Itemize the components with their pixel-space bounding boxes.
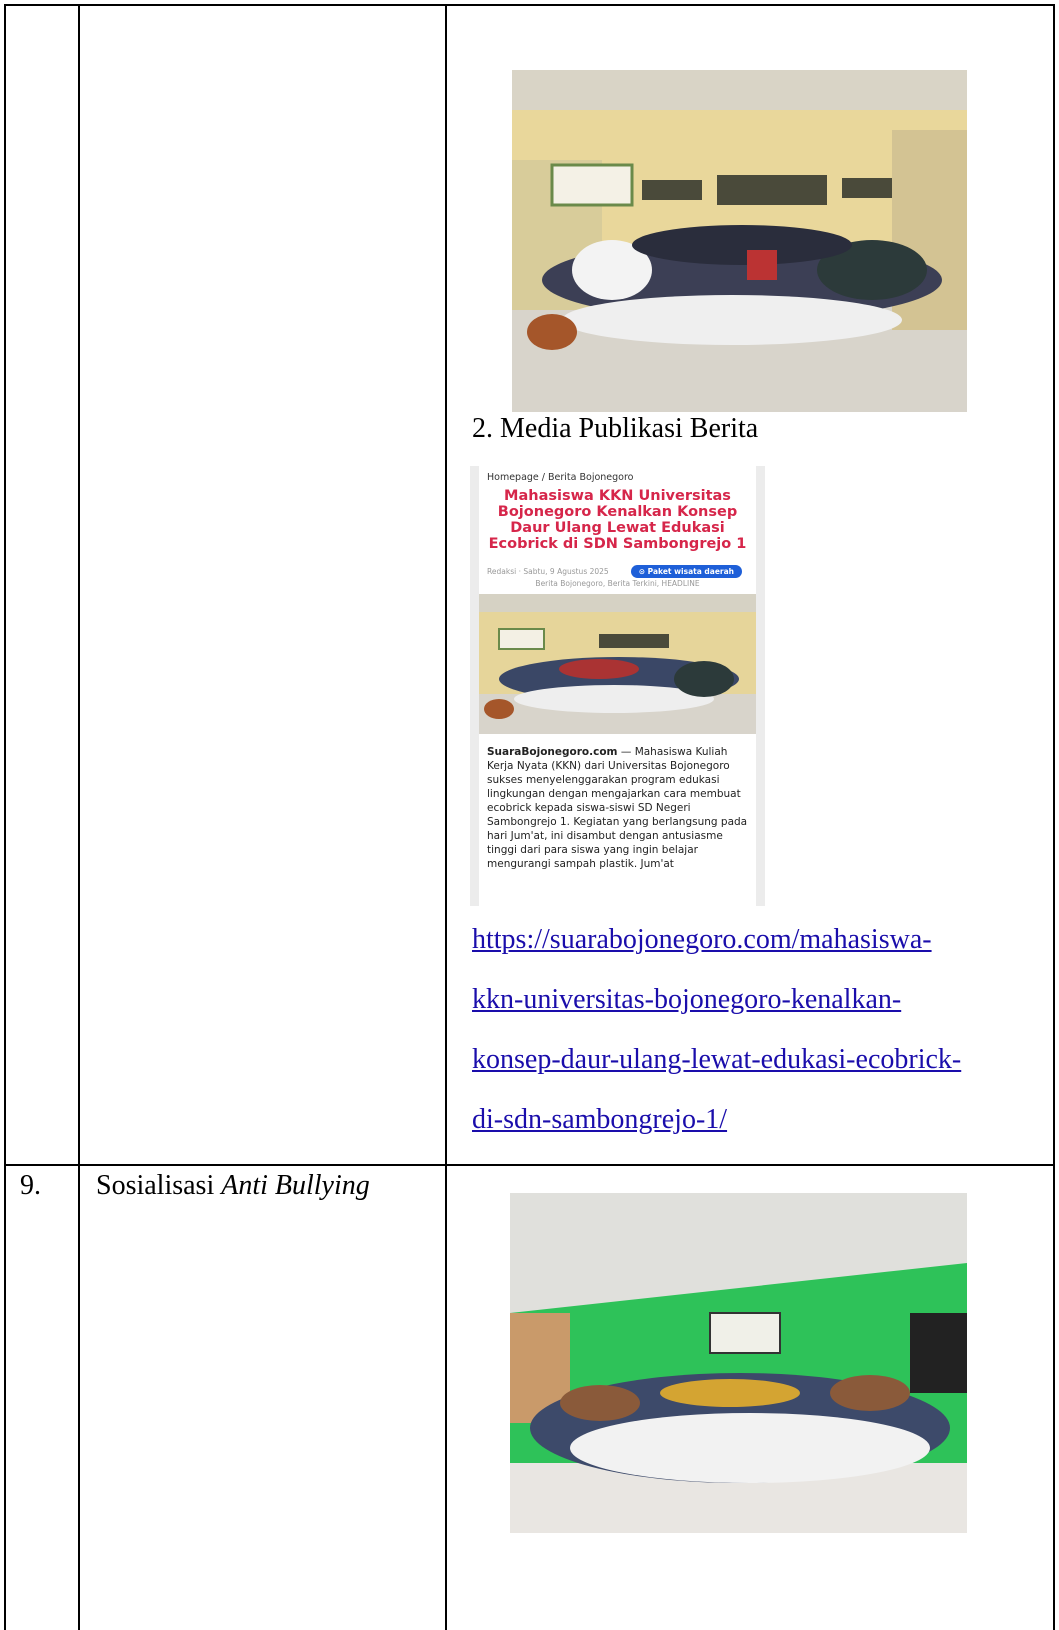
article-photo [479,594,756,734]
article-meta: Redaksi · Sabtu, 9 Agustus 2025 [487,567,609,576]
column-divider-activity [445,6,447,1630]
article-body-text: — Mahasiswa Kuliah Kerja Nyata (KKN) dar… [487,746,748,870]
article-link-line-3[interactable]: konsep-daur-ulang-lewat-edukasi-ecobrick… [472,1044,961,1076]
promo-pill: ⊙ Paket wisata daerah [630,565,742,578]
article-headline: Mahasiswa KKN Universitas Bojonegoro Ken… [488,488,747,552]
article-link-line-2[interactable]: kkn-universitas-bojonegoro-kenalkan- [472,984,901,1016]
caption-media-publikasi: 2. Media Publikasi Berita [472,413,759,444]
row-number: 9. [20,1170,41,1201]
article-link-line-4[interactable]: di-sdn-sambongrejo-1/ [472,1104,727,1136]
article-body: SuaraBojonegoro.com — Mahasiswa Kuliah K… [487,745,750,871]
anti-bullying-class-photo [510,1193,967,1533]
activity-title: Sosialisasi Anti Bullying [96,1170,370,1202]
breadcrumb: Homepage / Berita Bojonegoro [487,472,634,483]
article-link-line-1[interactable]: https://suarabojonegoro.com/mahasiswa- [472,924,932,956]
ecobrick-class-photo [512,70,967,412]
article-source: SuaraBojonegoro.com [487,746,618,758]
row-divider [6,1164,1053,1166]
activity-title-plain: Sosialisasi [96,1170,222,1201]
article-categories: Berita Bojonegoro, Berita Terkini, HEADL… [535,579,700,588]
column-divider-number [78,6,80,1630]
news-article-screenshot: Homepage / Berita Bojonegoro Mahasiswa K… [470,466,765,906]
activity-title-italic: Anti Bullying [221,1170,370,1201]
